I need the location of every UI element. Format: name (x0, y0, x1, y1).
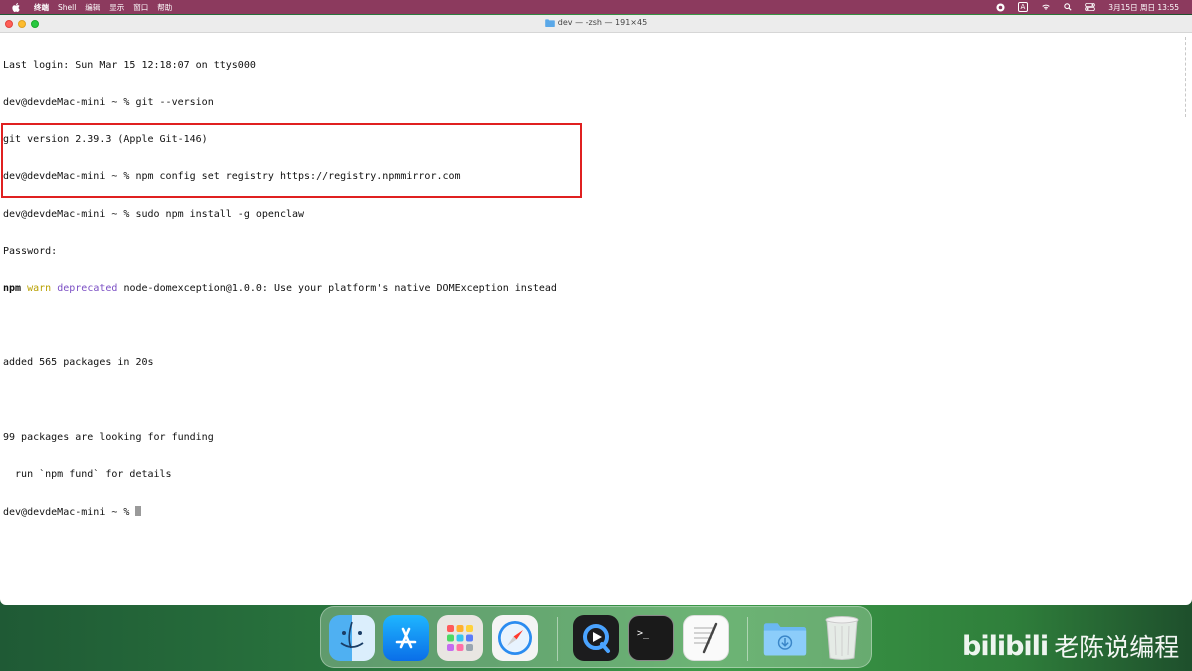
dock-separator (557, 617, 558, 661)
window-title-text: dev — -zsh — 191×45 (557, 18, 648, 27)
status-area: A 3月15日 周日 13:55 (995, 0, 1192, 14)
svg-text:>_: >_ (637, 628, 650, 639)
trash-icon[interactable] (819, 615, 865, 661)
folder-icon (544, 18, 555, 27)
terminal-line: added 565 packages in 20s (3, 357, 154, 369)
window-title: dev — -zsh — 191×45 (0, 18, 1192, 27)
menu-view[interactable]: 显示 (109, 2, 124, 13)
finder-icon[interactable] (329, 615, 375, 661)
menu-help[interactable]: 帮助 (157, 2, 172, 13)
text-cursor (135, 506, 142, 517)
window-titlebar[interactable]: dev — -zsh — 191×45 (0, 15, 1192, 33)
bilibili-watermark: bilibili 老陈说编程 (962, 628, 1179, 664)
terminal-line: Last login: Sun Mar 15 12:18:07 on ttys0… (3, 59, 256, 71)
record-icon[interactable] (995, 2, 1005, 12)
control-center-icon[interactable] (1085, 3, 1096, 11)
menu-edit[interactable]: 编辑 (85, 2, 100, 13)
textedit-icon[interactable] (683, 615, 729, 661)
dock: >_ (320, 606, 872, 668)
scrollbar[interactable] (1185, 37, 1190, 117)
npm-warn-line: npm warn deprecated node-domexception@1.… (3, 283, 1180, 295)
warn-message: node-domexception@1.0.0: Use your platfo… (117, 283, 557, 295)
terminal-line: dev@devdeMac-mini ~ % git --version (3, 97, 214, 109)
terminal-icon[interactable]: >_ (628, 615, 674, 661)
prompt-line: dev@devdeMac-mini ~ % (3, 506, 1180, 518)
terminal-line: git version 2.39.3 (Apple Git-146) (3, 134, 208, 146)
npm-label: npm (3, 283, 22, 295)
downloads-folder-icon[interactable] (762, 615, 808, 661)
menu-shell[interactable]: Shell (58, 3, 76, 12)
warn-label: warn (27, 283, 52, 295)
menu-bar: 终端 Shell 编辑 显示 窗口 帮助 A 3月15日 周日 13:55 (0, 0, 1192, 14)
dock-separator (747, 617, 748, 661)
terminal-line: dev@devdeMac-mini ~ % npm config set reg… (3, 171, 461, 183)
menu-clock[interactable]: 3月15日 周日 13:55 (1108, 2, 1179, 13)
input-method-icon[interactable]: A (1017, 2, 1029, 12)
terminal-output[interactable]: Last login: Sun Mar 15 12:18:07 on ttys0… (3, 35, 1180, 543)
terminal-line: Password: (3, 245, 58, 257)
menu-window[interactable]: 窗口 (133, 2, 148, 13)
terminal-window: dev — -zsh — 191×45 Last login: Sun Mar … (0, 15, 1192, 605)
terminal-line: 99 packages are looking for funding (3, 431, 214, 443)
quicktime-icon[interactable] (573, 615, 619, 661)
input-method-label: A (1017, 2, 1029, 12)
safari-icon[interactable] (492, 615, 538, 661)
deprecated-label: deprecated (57, 283, 118, 295)
wifi-icon[interactable] (1041, 3, 1051, 11)
watermark-channel-name: 老陈说编程 (1054, 633, 1180, 662)
search-icon[interactable] (1064, 3, 1072, 11)
bilibili-logo: bilibili (962, 630, 1049, 662)
terminal-line: dev@devdeMac-mini ~ % sudo npm install -… (3, 208, 305, 220)
apple-menu-icon[interactable] (12, 2, 24, 12)
launchpad-icon[interactable] (437, 615, 483, 661)
terminal-line: run `npm fund` for details (3, 469, 172, 481)
prompt-text: dev@devdeMac-mini ~ % (3, 507, 136, 519)
menu-terminal[interactable]: 终端 (34, 2, 49, 13)
app-store-icon[interactable] (383, 615, 429, 661)
